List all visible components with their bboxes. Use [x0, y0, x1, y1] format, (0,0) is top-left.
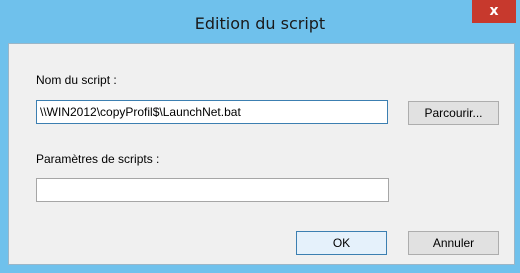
browse-button[interactable]: Parcourir... — [408, 101, 499, 125]
script-name-label: Nom du script : — [36, 73, 117, 87]
ok-button[interactable]: OK — [296, 231, 387, 255]
close-button[interactable]: x — [472, 0, 516, 23]
cancel-button[interactable]: Annuler — [408, 231, 499, 255]
dialog-body: Nom du script : \\WIN2012\copyProfil$\La… — [8, 43, 515, 265]
script-params-input[interactable] — [36, 178, 389, 202]
title-bar[interactable]: Edition du script x — [0, 0, 520, 43]
close-icon: x — [489, 3, 499, 19]
script-name-input[interactable]: \\WIN2012\copyProfil$\LaunchNet.bat — [36, 100, 388, 124]
dialog-title: Edition du script — [194, 14, 326, 33]
script-edit-dialog: Edition du script x Nom du script : \\WI… — [0, 0, 520, 273]
script-params-label: Paramètres de scripts : — [36, 152, 160, 166]
